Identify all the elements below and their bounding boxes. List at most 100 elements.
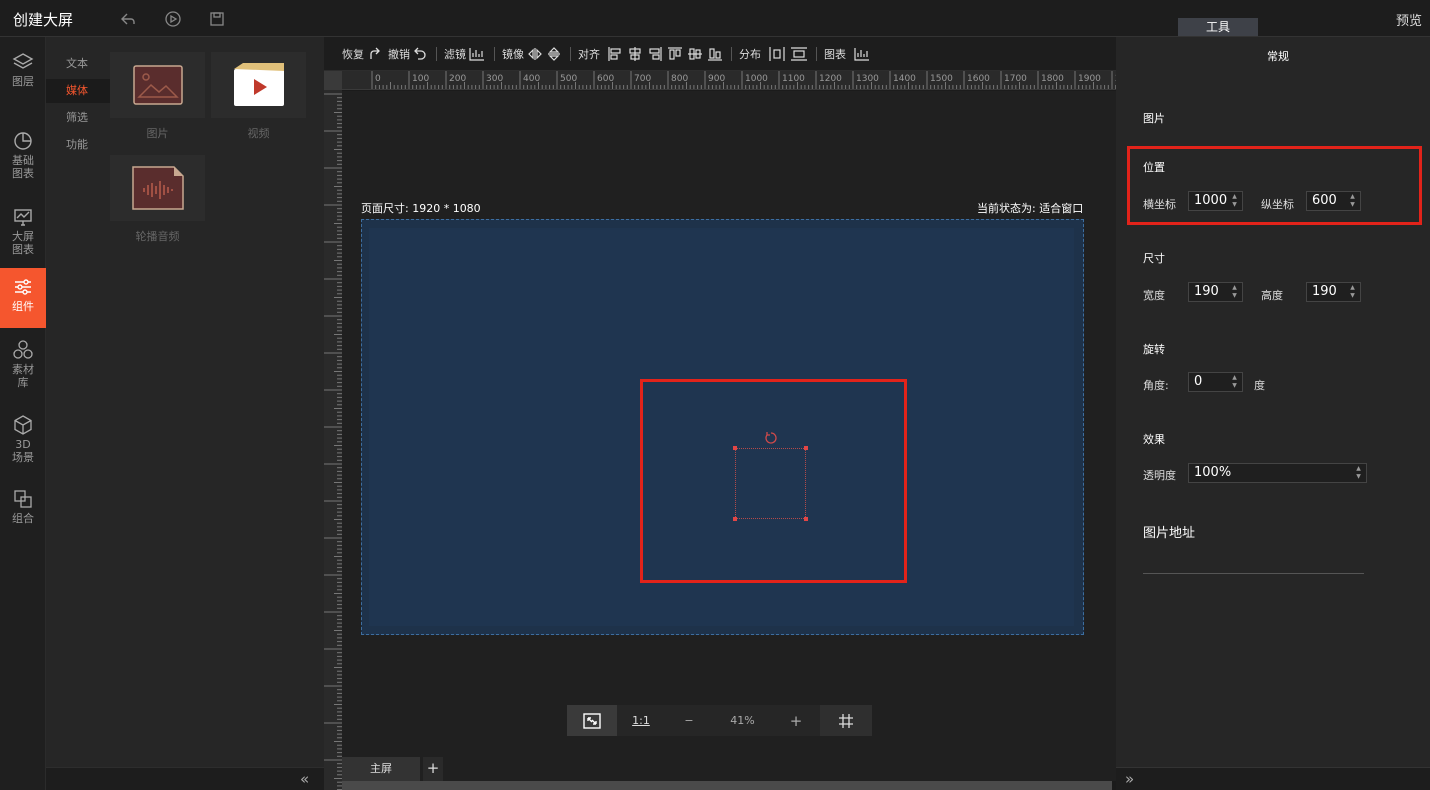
toolbar-divider bbox=[570, 46, 571, 61]
grid-toggle-button[interactable] bbox=[820, 705, 872, 736]
spinner-icon[interactable]: ▲ ▼ bbox=[1230, 193, 1239, 209]
component-card-image[interactable] bbox=[110, 52, 205, 118]
flip-horizontal-icon[interactable] bbox=[527, 47, 543, 61]
image-url-input[interactable] bbox=[1143, 573, 1364, 574]
preview-button[interactable]: 预览 bbox=[1396, 10, 1422, 29]
ruler-label: 400 bbox=[523, 74, 540, 84]
nav-item-group[interactable]: 组合 bbox=[0, 488, 46, 525]
nav-item-basic-charts[interactable]: 基础图表 bbox=[0, 130, 46, 180]
distribute-label: 分布 bbox=[739, 47, 761, 61]
category-media[interactable]: 媒体 bbox=[46, 79, 110, 103]
screen-tab-main[interactable]: 主屏 bbox=[342, 757, 420, 781]
nav-item-screen-charts[interactable]: 大屏图表 bbox=[0, 206, 46, 256]
fit-screen-icon bbox=[583, 712, 601, 729]
angle-value: 0 bbox=[1194, 374, 1203, 389]
undo-button[interactable]: 撤销 bbox=[388, 46, 427, 62]
width-label: 宽度 bbox=[1143, 289, 1165, 302]
highlight-box-position bbox=[1127, 146, 1422, 225]
ruler-corner bbox=[324, 71, 342, 90]
resize-handle-top-right[interactable] bbox=[804, 446, 808, 450]
category-filter[interactable]: 筛选 bbox=[46, 106, 110, 130]
section-effect-title: 效果 bbox=[1143, 433, 1165, 446]
view-status-label: 当前状态为: 适合窗口 bbox=[977, 202, 1084, 215]
ruler-label: 500 bbox=[560, 74, 577, 84]
resize-handle-top-left[interactable] bbox=[733, 446, 737, 450]
nav-item-materials[interactable]: 素材库 bbox=[0, 339, 46, 389]
component-card-audio[interactable] bbox=[110, 155, 205, 221]
nav-label-screen-charts: 大屏图表 bbox=[12, 230, 34, 256]
actual-size-button[interactable]: 1:1 bbox=[617, 705, 665, 736]
distribute-button[interactable]: 分布 bbox=[739, 46, 807, 62]
video-icon bbox=[233, 63, 284, 106]
selected-image-element[interactable] bbox=[735, 448, 806, 519]
component-card-video[interactable] bbox=[211, 52, 306, 118]
cube-icon bbox=[14, 415, 32, 435]
rotate-handle-icon[interactable] bbox=[764, 431, 778, 448]
tab-tools[interactable]: 工具 bbox=[1178, 18, 1258, 36]
spinner-icon[interactable]: ▲ ▼ bbox=[1348, 284, 1357, 300]
collapse-left-icon[interactable]: « bbox=[300, 770, 309, 788]
play-icon[interactable] bbox=[162, 8, 184, 30]
save-icon[interactable] bbox=[206, 8, 228, 30]
distribute-h-icon[interactable] bbox=[769, 46, 785, 61]
x-coordinate-value: 1000 bbox=[1194, 193, 1228, 208]
mirror-button[interactable]: 镜像 bbox=[502, 46, 561, 62]
width-input[interactable]: 190 ▲ ▼ bbox=[1188, 282, 1243, 302]
category-text[interactable]: 文本 bbox=[46, 52, 110, 76]
category-function[interactable]: 功能 bbox=[46, 133, 110, 157]
mirror-label: 镜像 bbox=[502, 47, 524, 61]
degree-unit-label: 度 bbox=[1254, 379, 1265, 392]
toolbar-divider bbox=[436, 46, 437, 61]
y-coordinate-input[interactable]: 600 ▲ ▼ bbox=[1306, 191, 1361, 211]
zoom-in-button[interactable]: + bbox=[772, 705, 820, 736]
section-position-title: 位置 bbox=[1143, 161, 1165, 174]
align-right-icon[interactable] bbox=[648, 46, 662, 61]
horizontal-scrollbar[interactable] bbox=[342, 781, 1112, 790]
align-center-h-icon[interactable] bbox=[628, 46, 642, 61]
align-middle-icon[interactable] bbox=[688, 47, 702, 61]
ruler-label: 200 bbox=[449, 74, 466, 84]
spinner-icon[interactable]: ▲ ▼ bbox=[1348, 193, 1357, 209]
flip-vertical-icon[interactable] bbox=[547, 46, 561, 62]
component-label-audio: 轮播音频 bbox=[135, 230, 180, 243]
resize-handle-bottom-left[interactable] bbox=[733, 517, 737, 521]
redo-label: 恢复 bbox=[342, 47, 364, 61]
left-nav: 图层 基础图表 大屏图表 组件 素材库 3D场景 组合 bbox=[0, 37, 46, 790]
ruler-label: 300 bbox=[486, 74, 503, 84]
monitor-chart-icon bbox=[14, 209, 32, 226]
toolbar-divider bbox=[816, 46, 817, 61]
spinner-icon[interactable]: ▲ ▼ bbox=[1230, 374, 1239, 390]
section-image-title: 图片 bbox=[1143, 112, 1165, 125]
redo-button[interactable]: 恢复 bbox=[342, 46, 381, 62]
chart-button[interactable]: 图表 bbox=[824, 46, 870, 62]
x-coordinate-input[interactable]: 1000 ▲ ▼ bbox=[1188, 191, 1243, 211]
spinner-icon[interactable]: ▲ ▼ bbox=[1354, 465, 1363, 481]
nav-item-components[interactable]: 组件 bbox=[0, 268, 46, 328]
grid-icon bbox=[839, 713, 853, 728]
opacity-input[interactable]: 100% ▲ ▼ bbox=[1188, 463, 1367, 483]
nav-label-materials: 素材库 bbox=[12, 363, 34, 389]
filter-button[interactable]: 滤镜 bbox=[444, 46, 485, 62]
height-input[interactable]: 190 ▲ ▼ bbox=[1306, 282, 1361, 302]
zoom-out-button[interactable]: − bbox=[665, 705, 713, 736]
vertical-ruler[interactable] bbox=[324, 90, 342, 790]
align-left-icon[interactable] bbox=[608, 46, 622, 61]
nav-item-layers[interactable]: 图层 bbox=[0, 51, 46, 88]
horizontal-ruler[interactable]: 0 100 200 300 400 500 600 700 800 900 1000 1100 1200… bbox=[342, 71, 1116, 90]
collapse-right-icon[interactable]: » bbox=[1125, 770, 1134, 788]
app-title: 创建大屏 bbox=[13, 11, 74, 29]
align-button[interactable]: 对齐 bbox=[578, 46, 722, 62]
align-bottom-icon[interactable] bbox=[708, 47, 722, 61]
undo-history-icon[interactable] bbox=[117, 8, 139, 30]
distribute-v-icon[interactable] bbox=[791, 46, 807, 61]
fit-window-button[interactable] bbox=[567, 705, 617, 736]
angle-input[interactable]: 0 ▲ ▼ bbox=[1188, 372, 1243, 392]
nav-item-3d-scene[interactable]: 3D场景 bbox=[0, 414, 46, 464]
align-top-icon[interactable] bbox=[668, 46, 682, 61]
bar-chart-icon bbox=[854, 47, 869, 61]
y-coordinate-value: 600 bbox=[1312, 193, 1337, 208]
y-coordinate-label: 纵坐标 bbox=[1261, 198, 1294, 211]
spinner-icon[interactable]: ▲ ▼ bbox=[1230, 284, 1239, 300]
add-screen-button[interactable]: + bbox=[423, 757, 443, 781]
resize-handle-bottom-right[interactable] bbox=[804, 517, 808, 521]
